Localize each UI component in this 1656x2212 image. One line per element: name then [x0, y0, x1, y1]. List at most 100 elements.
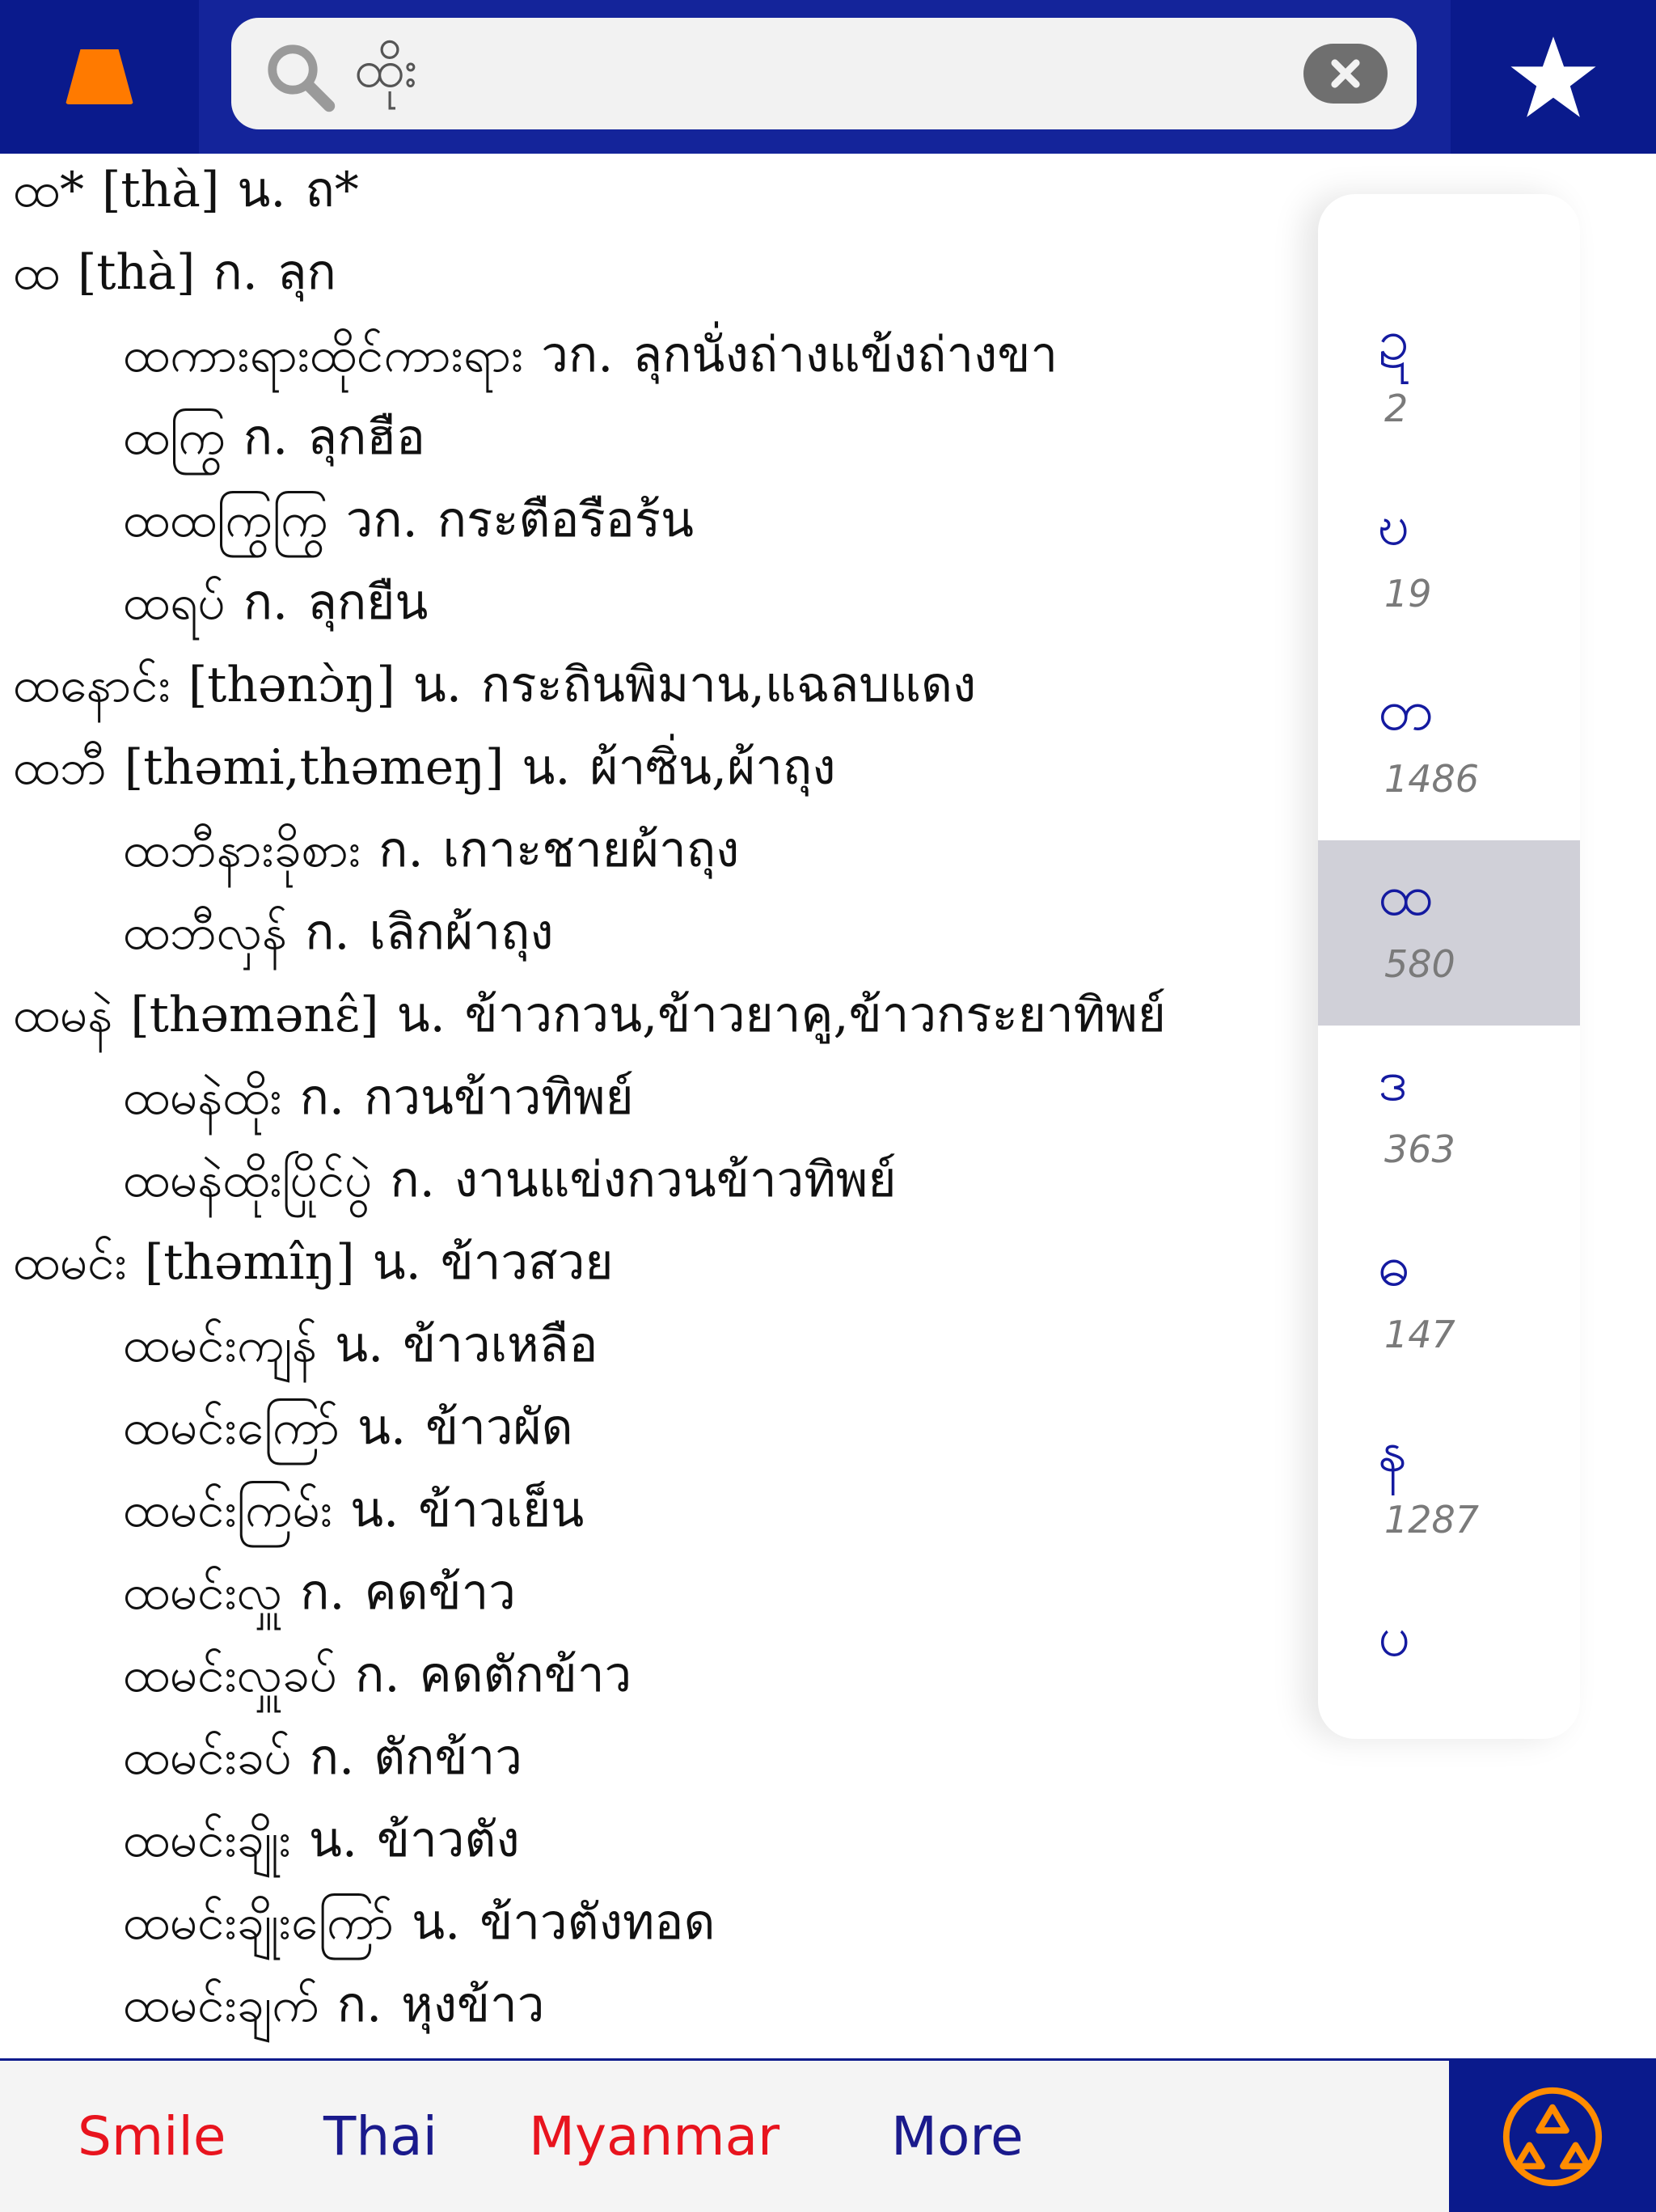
- tab-more[interactable]: More: [891, 2061, 1024, 2212]
- entry-part-of-speech: วก.: [345, 492, 418, 548]
- entry-part-of-speech: ก.: [299, 1069, 344, 1126]
- entry-row[interactable]: ထမင်းကျန် น. ข้าวเหลือ: [123, 1313, 598, 1377]
- entry-row[interactable]: ထကားရားထိုင်ကားရား วก. ลุกนั่งถ่างแข้งถ่าง…: [123, 323, 1058, 387]
- entry-pronunciation: [thà]: [78, 244, 196, 301]
- entry-part-of-speech: น.: [522, 739, 571, 796]
- entry-row[interactable]: ထနောင်း [thənɔ̀ŋ] น. กระถินพิมาน,แฉลบแดง: [13, 653, 976, 717]
- clear-search-button[interactable]: [1303, 44, 1388, 104]
- entry-row[interactable]: ထမင်းလှူ ก. คดข้าว: [123, 1560, 516, 1625]
- entry-row[interactable]: ထမနဲထိုး ก. กวนข้าวทิพย์: [123, 1065, 634, 1130]
- index-count: 1287: [1384, 1498, 1480, 1542]
- search-box[interactable]: [231, 18, 1417, 131]
- entry-part-of-speech: ก.: [390, 1152, 435, 1208]
- entry-row[interactable]: ထမင်းလှူခပ် ก. คดตักข้าว: [123, 1643, 632, 1707]
- home-button[interactable]: [0, 0, 199, 154]
- entry-row[interactable]: ထမင်းကြမ်း น. ข้าวเย็น: [123, 1478, 584, 1542]
- search-container: [199, 0, 1451, 154]
- entry-row[interactable]: ထမင်းချိုး น. ข้าวตัง: [123, 1808, 520, 1872]
- entry-part-of-speech: ก.: [243, 409, 289, 466]
- entry-part-of-speech: วก.: [541, 327, 614, 383]
- index-item[interactable]: ဎ 19: [1318, 470, 1580, 655]
- entry-row[interactable]: ထ* [thà] น. ถ*: [13, 158, 359, 222]
- entry-definition: กวนข้าวทิพย์: [364, 1069, 634, 1126]
- entry-headword: ထနောင်း: [13, 657, 171, 713]
- entry-row[interactable]: ထမင်းခပ် ก. ตักข้าว: [123, 1725, 522, 1790]
- entry-definition: ตักข้าว: [374, 1729, 522, 1786]
- index-letter: ဒ: [1378, 1047, 1408, 1114]
- entry-headword: ထမင်းကြမ်း: [123, 1482, 333, 1538]
- entry-part-of-speech: ก.: [309, 1729, 355, 1786]
- entry-pronunciation: [thəmi,thəmeŋ]: [124, 739, 505, 796]
- index-count: 580: [1384, 942, 1455, 986]
- tab-thai[interactable]: Thai: [323, 2061, 437, 2212]
- entry-headword: ထမင်းလှူ: [123, 1564, 283, 1621]
- entry-row[interactable]: ထမင်း [thəmîŋ] น. ข้าวสวย: [13, 1230, 614, 1295]
- entry-row[interactable]: ထဘီ [thəmi,thəmeŋ] น. ผ้าซิ่น,ผ้าถุง: [13, 735, 836, 800]
- entry-part-of-speech: ก.: [336, 1977, 382, 2033]
- tab-myanmar[interactable]: Myanmar: [529, 2061, 779, 2212]
- index-item[interactable]: ဒ 363: [1318, 1026, 1580, 1211]
- entry-headword: ထမင်းခပ်: [123, 1729, 292, 1786]
- recycle-button[interactable]: [1449, 2061, 1656, 2212]
- entry-headword: ထမနဲ: [13, 987, 113, 1043]
- entry-definition: คดตักข้าว: [419, 1647, 632, 1703]
- entry-headword: ထမင်းချိုးကြော်: [123, 1894, 395, 1951]
- index-count: 19: [1384, 572, 1432, 615]
- entry-row[interactable]: ထကြွ ก. ลุกฮือ: [123, 405, 425, 470]
- index-item[interactable]: တ 1486: [1318, 655, 1580, 840]
- entry-row[interactable]: ထထကြွကြွ วก. กระตือรือร้น: [123, 488, 694, 552]
- index-item[interactable]: ထ 580: [1318, 840, 1580, 1026]
- index-letter: တ: [1378, 677, 1434, 743]
- star-icon: [1510, 36, 1596, 117]
- entry-pronunciation: [thà]: [102, 162, 220, 218]
- index-letter: ဓ: [1378, 1233, 1410, 1299]
- index-count: 363: [1384, 1127, 1455, 1171]
- entry-part-of-speech: น.: [350, 1482, 399, 1538]
- entry-definition: ข้าวเหลือ: [403, 1317, 598, 1373]
- entry-part-of-speech: ก.: [243, 574, 289, 631]
- bottom-tab-bar: Smile Thai Myanmar More: [0, 2058, 1656, 2212]
- entry-row[interactable]: ထမနဲထိုးပြိုင်ပွဲ ก. งานแข่งกวนข้าวทิพย์: [123, 1148, 896, 1212]
- entry-part-of-speech: ก.: [378, 822, 424, 878]
- index-item[interactable]: ဍ2: [1318, 285, 1580, 470]
- top-bar: [0, 0, 1656, 154]
- entry-row[interactable]: ထဘီလှန် ก. เลิกผ้าถุง: [123, 900, 554, 965]
- index-item[interactable]: ဓ 147: [1318, 1211, 1580, 1396]
- index-count: 1486: [1384, 757, 1480, 801]
- entry-row[interactable]: ထမင်းကြော် น. ข้าวผัด: [123, 1395, 573, 1460]
- entry-row[interactable]: ထမနဲ [thəmənɛ̂] น. ข้าวกวน,ข้าวยาคู,ข้าวกระ…: [13, 983, 1166, 1047]
- entry-row[interactable]: ထမင်းချက် ก. หุงข้าว: [123, 1973, 544, 2037]
- entry-definition: คดข้าว: [364, 1564, 516, 1621]
- entry-row[interactable]: ထမင်းချိုးကြော် น. ข้าวตังทอด: [123, 1890, 715, 1955]
- search-input[interactable]: [353, 18, 1269, 131]
- entry-definition: ลุกยืน: [307, 574, 429, 631]
- entry-row[interactable]: ထရပ် ก. ลุกยืน: [123, 570, 428, 635]
- entry-definition: ลุกฮือ: [307, 409, 425, 466]
- index-letter: ဎ: [1378, 492, 1410, 558]
- favorites-button[interactable]: [1451, 0, 1656, 154]
- index-item[interactable]: န 1287: [1318, 1396, 1580, 1581]
- entry-part-of-speech: น.: [308, 1812, 357, 1868]
- entry-row[interactable]: ထ [thà] ก. ลุก: [13, 240, 336, 305]
- entry-headword: ထရပ်: [123, 574, 226, 631]
- entry-part-of-speech: น.: [396, 987, 446, 1043]
- entry-row[interactable]: ထဘီနားခိုစား ก. เกาะชายผ้าถุง: [123, 818, 739, 882]
- index-count: 2: [1384, 387, 1409, 430]
- entry-part-of-speech: ก.: [213, 244, 258, 301]
- index-item[interactable]: ပ: [1318, 1581, 1580, 1766]
- entry-headword: ထမင်း: [13, 1234, 127, 1291]
- entry-headword: ထမနဲထိုး: [123, 1069, 282, 1126]
- entry-headword: ထမင်းကျန်: [123, 1317, 318, 1373]
- entry-definition: งานแข่งกวนข้าวทิพย์: [454, 1152, 897, 1208]
- entry-headword: ထကားရားထိုင်ကားရား: [123, 327, 524, 383]
- entry-definition: ถ*: [305, 162, 359, 218]
- entry-headword: ထမင်းချက်: [123, 1977, 319, 2033]
- entry-part-of-speech: ก.: [355, 1647, 400, 1703]
- letter-index-panel: ဍ 2 ဎ 19 တ 1486 ထ 580 ဒ 363 ဓ 147 န 1287 ပ: [1318, 194, 1580, 1739]
- recycle-icon: [1502, 2087, 1603, 2186]
- tab-smile[interactable]: Smile: [78, 2061, 226, 2212]
- entry-pronunciation: [thənɔ̀ŋ]: [188, 657, 395, 713]
- entry-definition: ข้าวสวย: [440, 1234, 614, 1291]
- entry-definition: ข้าวเย็น: [418, 1482, 585, 1538]
- entry-definition: ลุกนั่งถ่างแข้งถ่างขา: [632, 327, 1058, 383]
